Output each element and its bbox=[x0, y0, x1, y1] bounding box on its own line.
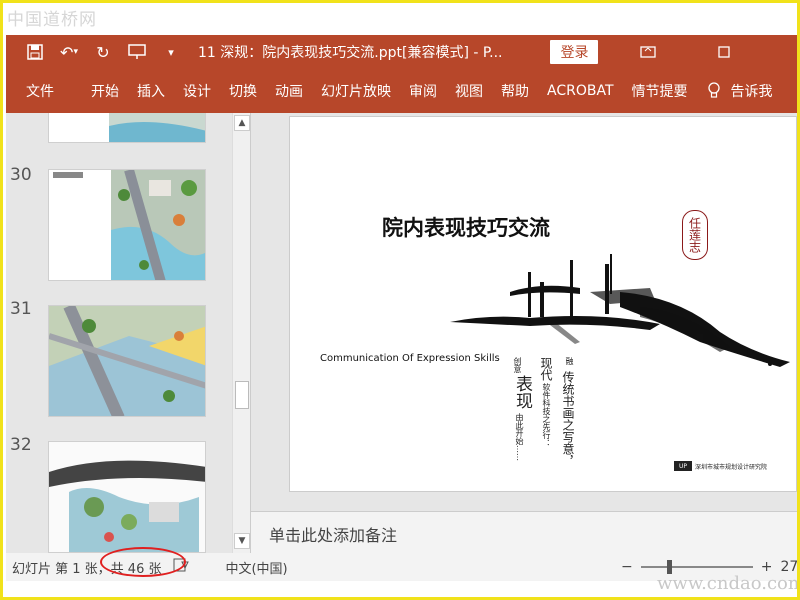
scrollbar-thumb[interactable] bbox=[235, 381, 249, 409]
quick-access-toolbar: ↶ ▾ ↻ ▾ bbox=[18, 35, 188, 69]
maximize-icon[interactable] bbox=[704, 35, 744, 69]
slide-thumbnail[interactable] bbox=[48, 305, 206, 417]
vertical-text-modern-tail: 软件科技之先行： bbox=[542, 383, 551, 447]
title-bar: ↶ ▾ ↻ ▾ 11 深规：院内表现技巧交流.ppt[兼容模式] - P... 登… bbox=[6, 35, 797, 69]
tab-design[interactable]: 设计 bbox=[174, 69, 220, 113]
tab-help[interactable]: 帮助 bbox=[492, 69, 538, 113]
slide-number: 30 bbox=[10, 165, 32, 185]
ribbon-tabs: 文件 开始 插入 设计 切换 动画 幻灯片放映 审阅 视图 帮助 ACROBAT… bbox=[6, 69, 797, 113]
tab-transitions[interactable]: 切换 bbox=[220, 69, 266, 113]
watermark-top: 中国道桥网 bbox=[7, 10, 97, 30]
tab-animations[interactable]: 动画 bbox=[266, 69, 312, 113]
ribbon-display-icon[interactable] bbox=[628, 35, 668, 69]
tab-slideshow[interactable]: 幻灯片放映 bbox=[312, 69, 400, 113]
zoom-slider[interactable] bbox=[640, 560, 753, 574]
login-button[interactable]: 登录 bbox=[550, 40, 599, 64]
slide-thumbnail-pane: 30 31 32 bbox=[6, 113, 232, 553]
tab-file[interactable]: 文件 bbox=[6, 69, 82, 113]
slide-thumbnail[interactable] bbox=[48, 169, 206, 281]
scroll-down-icon[interactable]: ▼ bbox=[234, 533, 250, 549]
redo-icon[interactable]: ↻ bbox=[86, 35, 120, 69]
watermark-bottom: www.cndao.com bbox=[657, 573, 800, 594]
current-slide[interactable]: 院内表现技巧交流 任莲志 Communication Of Expression… bbox=[289, 116, 797, 492]
institute-name: 深圳市城市规划设计研究院 bbox=[695, 463, 768, 471]
slide-title[interactable]: 院内表现技巧交流 bbox=[382, 212, 550, 242]
undo-icon[interactable]: ↶ ▾ bbox=[52, 35, 86, 69]
document-title: 11 深规：院内表现技巧交流.ppt[兼容模式] - P... bbox=[198, 45, 503, 61]
lightbulb-icon bbox=[707, 82, 720, 98]
tab-acrobat[interactable]: ACROBAT bbox=[538, 69, 623, 113]
slide-subtitle[interactable]: Communication Of Expression Skills bbox=[320, 353, 500, 364]
slide-number: 32 bbox=[10, 435, 32, 455]
slide-thumbnail[interactable] bbox=[48, 441, 206, 553]
customize-toolbar-icon[interactable]: ▾ bbox=[154, 35, 188, 69]
slide-number: 31 bbox=[10, 299, 32, 319]
tell-me-label: 告诉我 bbox=[730, 84, 773, 100]
zoom-slider-knob[interactable] bbox=[666, 560, 672, 574]
updi-logo-icon: UP bbox=[674, 461, 692, 471]
tab-insert[interactable]: 插入 bbox=[128, 69, 174, 113]
tell-me-box[interactable]: 告诉我 bbox=[707, 81, 773, 101]
zoom-out-button[interactable]: − bbox=[621, 559, 633, 575]
slide-thumbnail[interactable] bbox=[48, 113, 206, 143]
language-indicator[interactable]: 中文(中国) bbox=[225, 558, 287, 577]
tab-storyboard[interactable]: 情节提要 bbox=[623, 69, 697, 113]
thumbnail-scrollbar[interactable]: ▲ ▼ bbox=[232, 113, 250, 553]
annotation-circle bbox=[100, 547, 186, 577]
vertical-text-blend: 融 bbox=[565, 357, 574, 365]
tab-review[interactable]: 审阅 bbox=[400, 69, 446, 113]
institute-logo: UP 深圳市城市规划设计研究院 bbox=[674, 461, 767, 471]
scroll-up-icon[interactable]: ▲ bbox=[234, 115, 250, 131]
save-icon[interactable] bbox=[18, 35, 52, 69]
vertical-text-tradition: 传统书画之写意， bbox=[561, 371, 575, 467]
present-icon[interactable] bbox=[120, 35, 154, 69]
notes-placeholder[interactable]: 单击此处添加备注 bbox=[251, 511, 797, 553]
tab-home[interactable]: 开始 bbox=[82, 69, 128, 113]
vertical-text-tail: 由此开始…… bbox=[515, 413, 524, 461]
ink-painting bbox=[450, 254, 790, 367]
vertical-text-big: 表现 bbox=[512, 375, 532, 409]
tab-view[interactable]: 视图 bbox=[446, 69, 492, 113]
vertical-text-modern: 现代 bbox=[539, 357, 553, 381]
slide-editor: 院内表现技巧交流 任莲志 Communication Of Expression… bbox=[250, 113, 797, 553]
vertical-text-small: 创意 bbox=[513, 357, 522, 373]
app-frame: 中国道桥网 ↶ ▾ ↻ ▾ 11 深规：院内表现技巧交流.ppt[兼容模式] - … bbox=[0, 0, 800, 600]
